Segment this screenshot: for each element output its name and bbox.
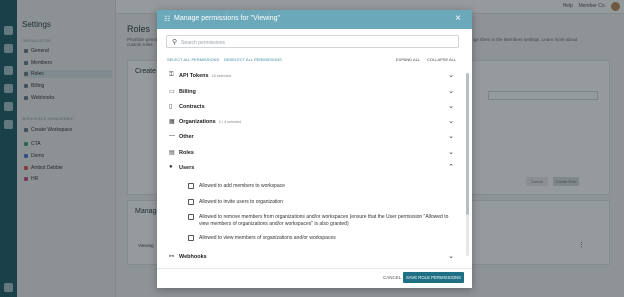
group-organizations[interactable]: ▦ Organizations 3 / 4 selected ⌄ [169, 117, 454, 127]
search-input[interactable]: ⚲ Search permissions [166, 35, 459, 48]
group-count: 18 selected [211, 74, 231, 78]
group-label: Users [179, 165, 195, 171]
id-card-icon: ▤ [169, 150, 175, 156]
group-billing[interactable]: ▭ Billing ⌄ [169, 87, 454, 97]
group-label: API Tokens [179, 73, 209, 79]
group-contracts[interactable]: ▯ Contracts ⌄ [169, 102, 454, 112]
group-users[interactable]: ● Users ⌃ [169, 163, 454, 173]
permission-checkbox[interactable] [188, 235, 194, 241]
card-icon: ▭ [169, 89, 175, 95]
scrollbar-thumb[interactable] [466, 73, 469, 215]
chevron-down-icon[interactable]: ⌄ [448, 71, 454, 79]
document-icon: ▯ [169, 104, 173, 110]
group-label: Roles [179, 150, 194, 156]
group-other[interactable]: — Other ⌄ [169, 132, 454, 142]
save-permissions-button[interactable]: SAVE ROLE PERMISSIONS [403, 272, 464, 283]
search-icon: ⚲ [172, 39, 178, 46]
permission-label: Allowed to remove members from organizat… [199, 214, 449, 227]
collapse-all-button[interactable]: COLLAPSE ALL [427, 57, 456, 62]
chevron-up-icon[interactable]: ⌃ [448, 163, 454, 171]
chevron-down-icon[interactable]: ⌄ [448, 87, 454, 95]
group-label: Other [179, 134, 194, 140]
permissions-modal: ☷ Manage permissions for "Viewing" × ⚲ S… [157, 10, 472, 288]
dash-icon: — [169, 133, 175, 139]
modal-header: ☷ Manage permissions for "Viewing" × [157, 10, 472, 29]
cancel-button[interactable]: CANCEL [383, 275, 401, 280]
group-label: Organizations [179, 119, 216, 125]
group-count: 3 / 4 selected [218, 120, 242, 124]
building-icon: ▦ [169, 119, 175, 125]
group-roles[interactable]: ▤ Roles ⌄ [169, 148, 454, 158]
group-api-tokens[interactable]: ⚿ API Tokens 18 selected ⌄ [169, 71, 454, 81]
chevron-down-icon[interactable]: ⌄ [448, 102, 454, 110]
person-icon: ● [169, 164, 173, 170]
close-icon[interactable]: × [455, 13, 461, 24]
chevron-down-icon[interactable]: ⌄ [448, 132, 454, 140]
permission-checkbox[interactable] [188, 199, 194, 205]
footer-divider [157, 268, 472, 269]
permission-checkbox[interactable] [188, 183, 194, 189]
permission-label: Allowed to view members of organizations… [199, 235, 336, 241]
permission-label: Allowed to invite users to organization [199, 199, 283, 205]
link-icon: ⚯ [169, 254, 175, 260]
group-label: Contracts [179, 104, 205, 110]
modal-title: Manage permissions for "Viewing" [174, 15, 281, 22]
group-label: Billing [179, 89, 196, 95]
search-placeholder: Search permissions [181, 39, 225, 46]
scrollbar[interactable] [466, 73, 469, 256]
key-icon: ⚿ [169, 72, 174, 78]
permission-checkbox[interactable] [188, 214, 194, 220]
chevron-down-icon[interactable]: ⌄ [448, 117, 454, 125]
expand-all-button[interactable]: EXPAND ALL [396, 57, 420, 62]
group-label: Webhooks [179, 254, 207, 260]
permission-label: Allowed to add members to workspace [199, 183, 285, 189]
select-all-button[interactable]: SELECT ALL PERMISSIONS [167, 57, 219, 62]
sliders-icon: ☷ [164, 16, 171, 23]
group-webhooks[interactable]: ⚯ Webhooks ⌄ [169, 252, 454, 262]
chevron-down-icon[interactable]: ⌄ [448, 148, 454, 156]
chevron-down-icon[interactable]: ⌄ [448, 252, 454, 260]
deselect-all-button[interactable]: DESELECT ALL PERMISSIONS [224, 57, 282, 62]
